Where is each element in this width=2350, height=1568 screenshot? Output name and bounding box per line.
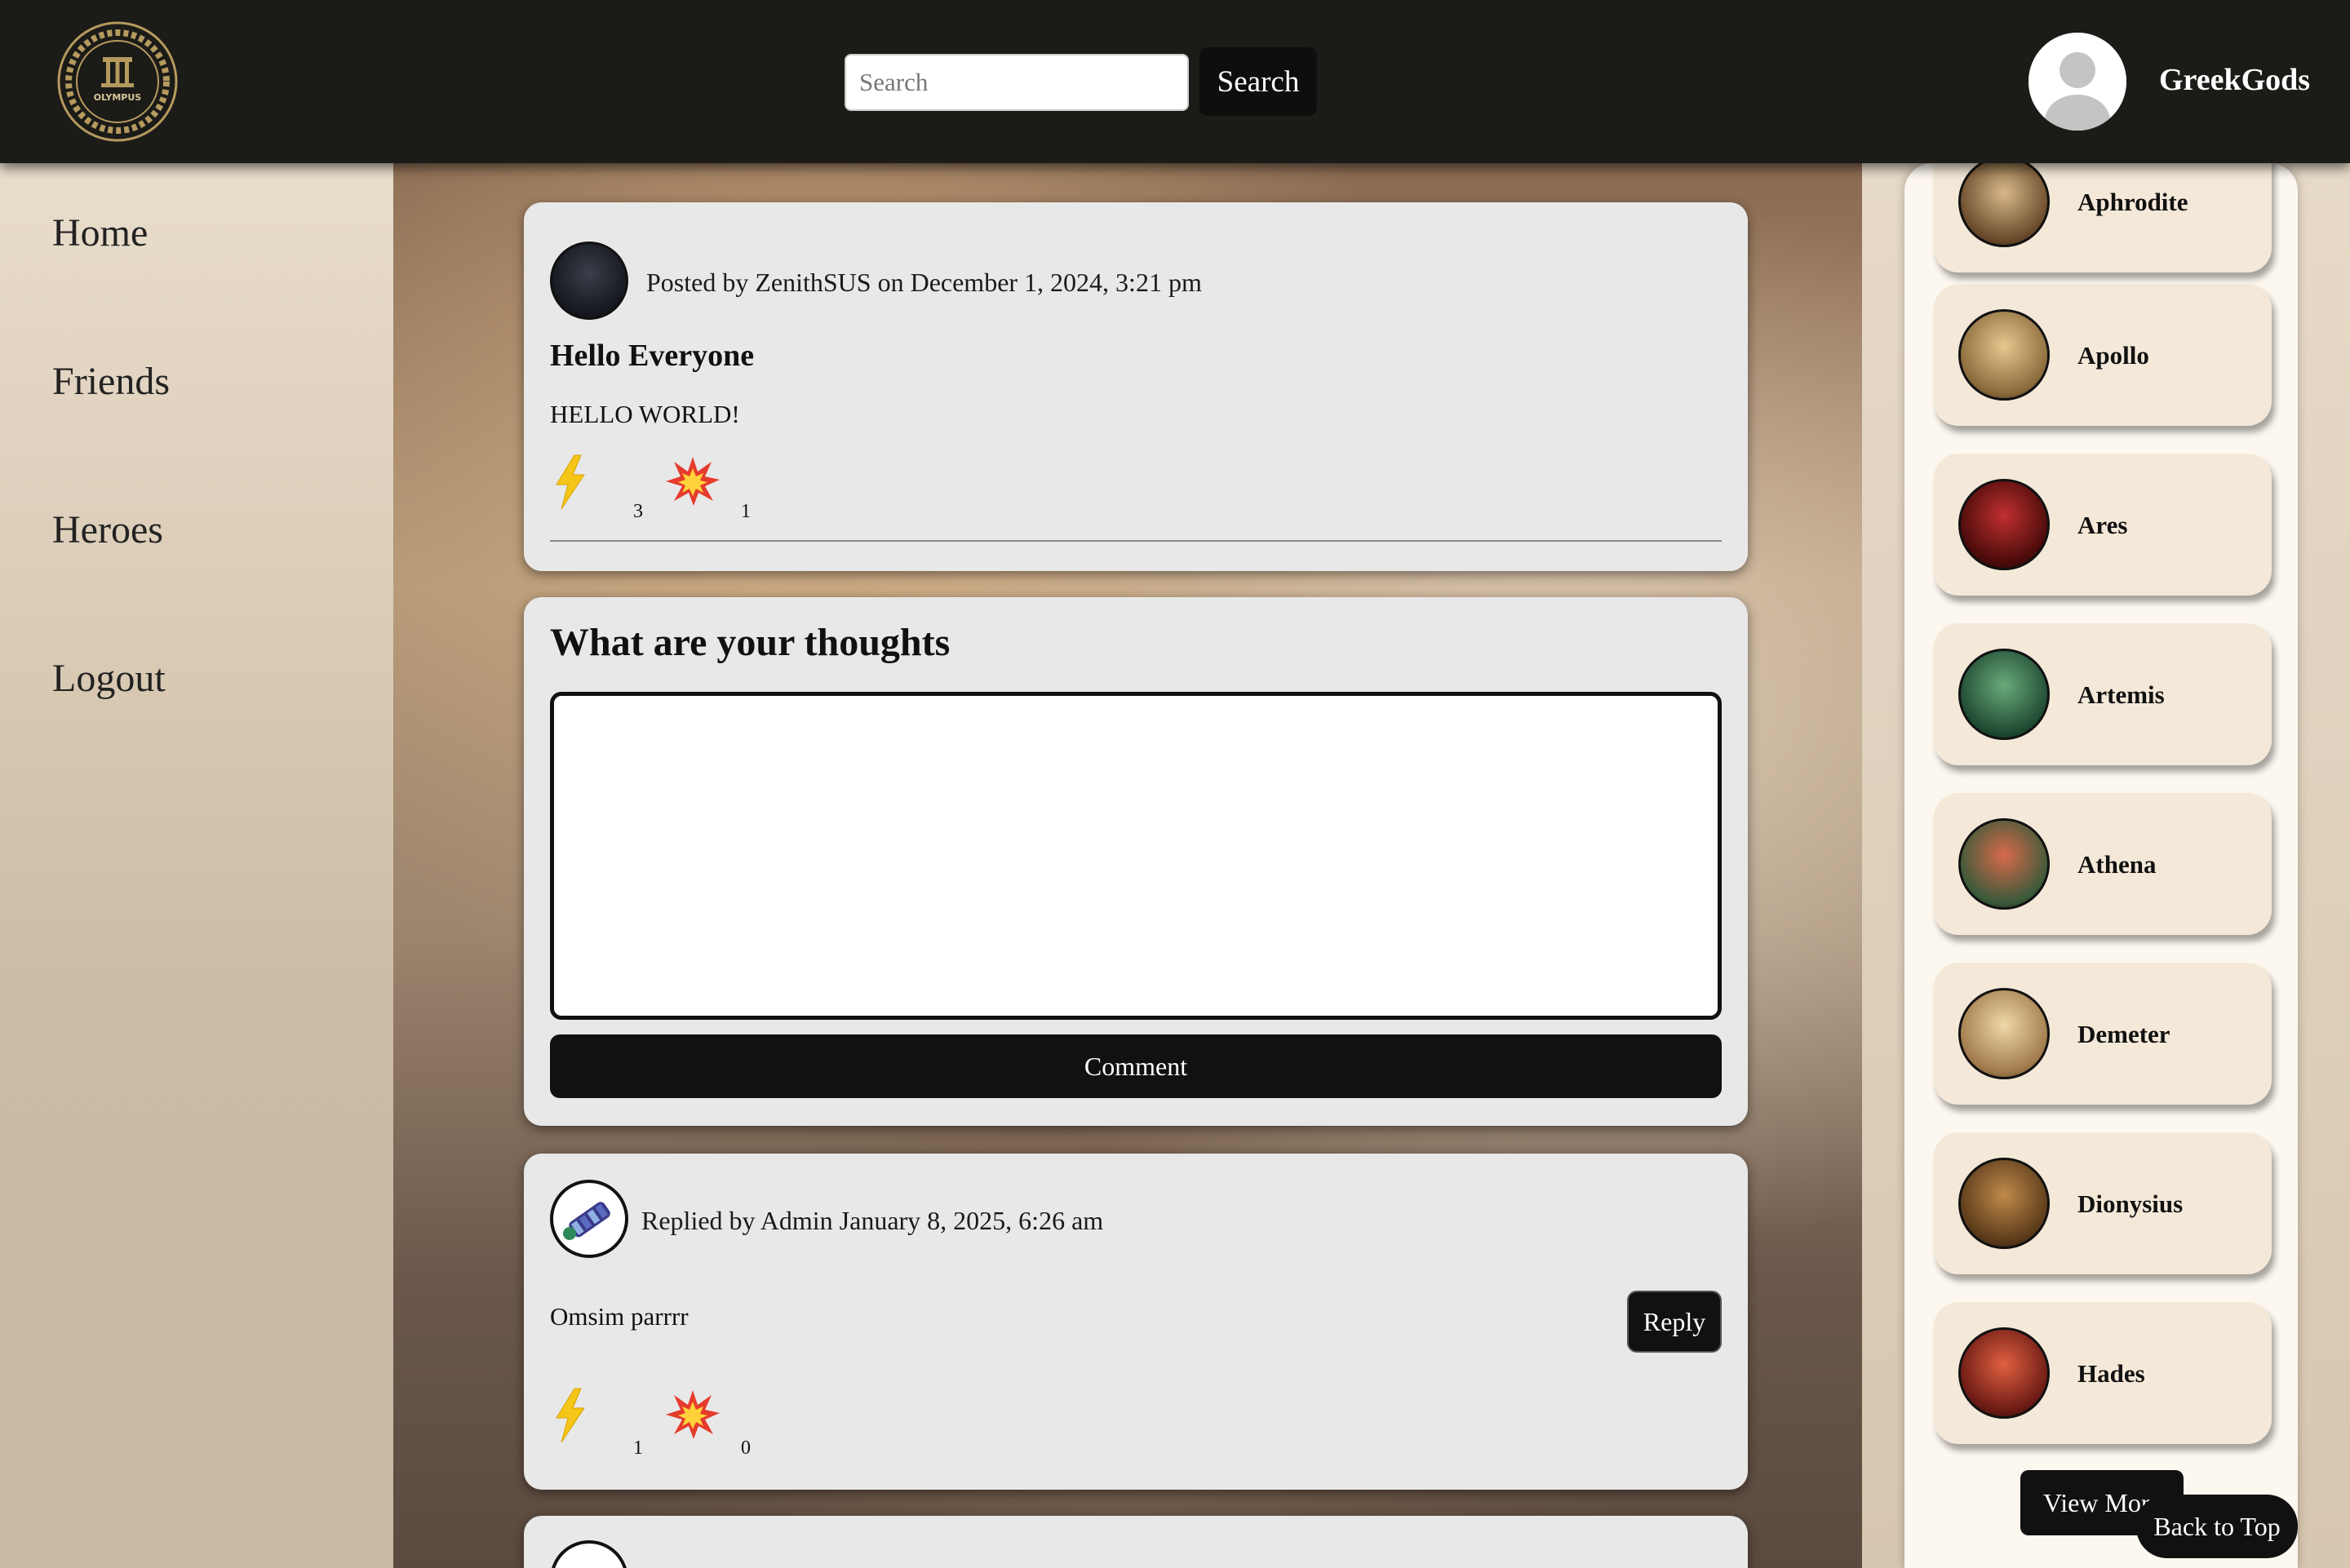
reply-author-avatar[interactable]	[550, 1180, 628, 1258]
god-avatar	[1958, 649, 2050, 740]
god-name: Athena	[2077, 850, 2157, 879]
god-card-athena[interactable]: Athena	[1934, 793, 2272, 935]
post-meta: Posted by ZenithSUS on December 1, 2024,…	[646, 268, 1202, 297]
reply-author-avatar[interactable]	[550, 1540, 628, 1568]
god-avatar	[1958, 309, 2050, 401]
comment-form-card: What are your thoughts Comment	[524, 597, 1748, 1126]
comment-form-heading: What are your thoughts	[550, 621, 951, 664]
god-name: Hades	[2077, 1359, 2145, 1388]
explosion-count: 1	[741, 501, 751, 522]
nav-heroes[interactable]: Heroes	[52, 507, 163, 552]
god-avatar	[1958, 1327, 2050, 1419]
god-avatar	[1958, 818, 2050, 910]
post-body: HELLO WORLD!	[550, 400, 740, 428]
top-navbar: OLYMPUS Search GreekGods	[0, 0, 2350, 163]
explosion-icon[interactable]	[664, 455, 721, 507]
reply-button[interactable]: Reply	[1627, 1291, 1722, 1353]
god-card-ares[interactable]: Ares	[1934, 454, 2272, 596]
post-author-avatar[interactable]	[550, 241, 628, 320]
god-avatar	[1958, 988, 2050, 1079]
god-avatar	[1958, 479, 2050, 570]
nav-friends[interactable]: Friends	[52, 359, 170, 404]
back-to-top-button[interactable]: Back to Top	[2136, 1495, 2298, 1558]
svg-text:OLYMPUS: OLYMPUS	[94, 92, 142, 103]
explosion-icon[interactable]	[664, 1389, 721, 1441]
god-avatar	[1958, 163, 2050, 247]
post-divider	[550, 540, 1722, 542]
username[interactable]: GreekGods	[2159, 62, 2310, 98]
god-name: Artemis	[2077, 680, 2165, 709]
lightning-count: 3	[633, 501, 643, 522]
gauntlet-icon	[562, 1202, 610, 1241]
search-input[interactable]	[845, 54, 1189, 111]
post-title: Hello Everyone	[550, 339, 755, 373]
god-name: Demeter	[2077, 1020, 2170, 1048]
gods-list-panel: Aphrodite Apollo Ares Artemis Athena Dem…	[1904, 163, 2298, 1568]
god-name: Aphrodite	[2077, 188, 2188, 216]
god-card-aphrodite[interactable]: Aphrodite	[1934, 163, 2272, 272]
olympus-logo[interactable]: OLYMPUS	[57, 21, 178, 142]
nav-home[interactable]: Home	[52, 210, 148, 255]
comment-button[interactable]: Comment	[550, 1034, 1722, 1098]
reply-meta: Replied by Admin January 8, 2025, 6:26 a…	[641, 1206, 1104, 1235]
lightning-count: 1	[633, 1437, 643, 1459]
user-avatar[interactable]	[2029, 33, 2126, 131]
search-button[interactable]: Search	[1199, 47, 1317, 116]
post-card: Posted by ZenithSUS on December 1, 2024,…	[524, 202, 1748, 571]
nav-logout[interactable]: Logout	[52, 656, 166, 701]
reply-card	[524, 1516, 1748, 1568]
god-card-artemis[interactable]: Artemis	[1934, 623, 2272, 765]
god-card-apollo[interactable]: Apollo	[1934, 284, 2272, 426]
god-name: Ares	[2077, 511, 2128, 539]
god-name: Dionysius	[2077, 1189, 2184, 1218]
god-avatar	[1958, 1158, 2050, 1249]
reply-card: Replied by Admin January 8, 2025, 6:26 a…	[524, 1154, 1748, 1490]
god-card-hades[interactable]: Hades	[1934, 1302, 2272, 1444]
explosion-count: 0	[741, 1437, 751, 1459]
lightning-icon[interactable]	[550, 454, 591, 511]
comment-textarea[interactable]	[550, 692, 1722, 1020]
default-user-icon	[2029, 33, 2126, 131]
god-card-demeter[interactable]: Demeter	[1934, 963, 2272, 1105]
reply-body: Omsim parrrr	[550, 1302, 689, 1331]
lightning-icon[interactable]	[550, 1387, 591, 1444]
god-name: Apollo	[2077, 341, 2149, 370]
god-card-dionysius[interactable]: Dionysius	[1934, 1132, 2272, 1274]
